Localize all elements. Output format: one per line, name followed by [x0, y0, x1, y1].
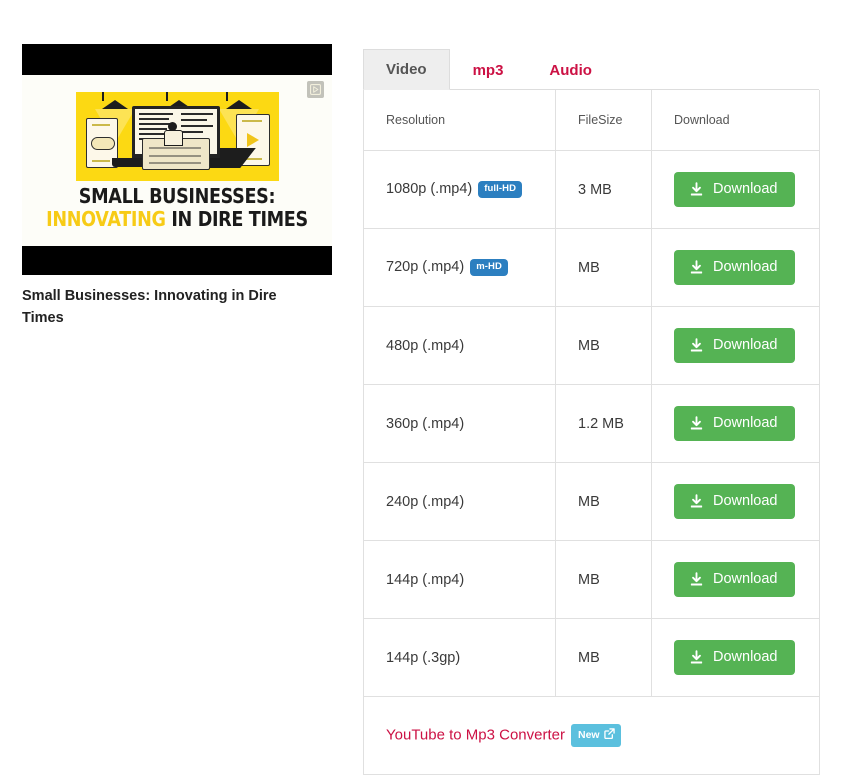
- video-thumbnail[interactable]: SMALL BUSINESSES: INNOVATING IN DIRE TIM…: [22, 44, 332, 275]
- resolution-label: 144p (.3gp): [386, 649, 461, 666]
- table-row: 360p (.mp4) 1.2 MB Download: [363, 384, 820, 463]
- download-button[interactable]: Download: [674, 562, 795, 597]
- new-badge-label: New: [578, 728, 600, 741]
- cell-filesize: 3 MB: [555, 150, 652, 229]
- cell-download: Download: [651, 618, 820, 697]
- download-button-label: Download: [713, 259, 778, 276]
- downloads-table: Resolution FileSize Download 1080p (.mp4…: [363, 90, 820, 775]
- table-row: 480p (.mp4) MB Download: [363, 306, 820, 385]
- video-info-panel: SMALL BUSINESSES: INNOVATING IN DIRE TIM…: [22, 44, 332, 330]
- headline-rest: IN DIRE TIMES: [165, 206, 308, 231]
- letterbox-bar-bottom: [22, 246, 332, 275]
- person-illustration: [164, 130, 183, 146]
- format-tabs: Video mp3 Audio: [363, 44, 819, 90]
- download-icon: [689, 416, 704, 431]
- download-button[interactable]: Download: [674, 640, 795, 675]
- cell-resolution: 240p (.mp4): [363, 462, 556, 541]
- download-icon: [689, 650, 704, 665]
- download-icon: [689, 572, 704, 587]
- download-icon: [689, 338, 704, 353]
- cell-resolution: 720p (.mp4) m-HD: [363, 228, 556, 307]
- quality-badge: full-HD: [478, 181, 523, 198]
- download-button[interactable]: Download: [674, 406, 795, 441]
- download-button[interactable]: Download: [674, 328, 795, 363]
- download-panel: Video mp3 Audio Resolution FileSize Down…: [363, 44, 820, 775]
- table-row: 720p (.mp4) m-HD MB Download: [363, 228, 820, 307]
- cell-resolution: 144p (.mp4): [363, 540, 556, 619]
- download-icon: [689, 494, 704, 509]
- cell-resolution: 144p (.3gp): [363, 618, 556, 697]
- cell-download: Download: [651, 384, 820, 463]
- table-row: 144p (.3gp) MB Download: [363, 618, 820, 697]
- download-button[interactable]: Download: [674, 250, 795, 285]
- resolution-label: 360p (.mp4): [386, 415, 465, 432]
- table-row: 240p (.mp4) MB Download: [363, 462, 820, 541]
- table-row: 144p (.mp4) MB Download: [363, 540, 820, 619]
- headline-highlight: INNOVATING: [46, 206, 166, 231]
- download-button-label: Download: [713, 649, 778, 666]
- tab-video[interactable]: Video: [363, 49, 450, 90]
- download-button-label: Download: [713, 571, 778, 588]
- download-button-label: Download: [713, 415, 778, 432]
- person-head: [168, 122, 177, 131]
- cell-download: Download: [651, 228, 820, 307]
- downloads-table-body: 1080p (.mp4) full-HD 3 MB Download 720p (.mp…: [363, 150, 820, 697]
- resolution-label: 144p (.mp4): [386, 571, 465, 588]
- watch-later-icon[interactable]: [307, 81, 324, 98]
- headline-line-1: SMALL BUSINESSES:: [78, 184, 276, 208]
- cell-filesize: MB: [555, 462, 652, 541]
- download-button-label: Download: [713, 493, 778, 510]
- table-footer-row: YouTube to Mp3 Converter New: [363, 696, 820, 775]
- youtube-to-mp3-converter-link[interactable]: YouTube to Mp3 Converter: [386, 727, 565, 744]
- tab-audio[interactable]: Audio: [526, 50, 615, 90]
- video-title: Small Businesses: Innovating in Dire Tim…: [22, 288, 277, 327]
- cell-download: Download: [651, 306, 820, 385]
- table-row: 1080p (.mp4) full-HD 3 MB Download: [363, 150, 820, 229]
- new-badge: New: [571, 724, 621, 747]
- headline-line-2: INNOVATING IN DIRE TIMES: [41, 206, 314, 231]
- cell-download: Download: [651, 462, 820, 541]
- thumbnail-headline: SMALL BUSINESSES: INNOVATING IN DIRE TIM…: [22, 184, 332, 231]
- cell-filesize: 1.2 MB: [555, 384, 652, 463]
- cell-filesize: MB: [555, 228, 652, 307]
- cell-resolution: 360p (.mp4): [363, 384, 556, 463]
- download-button[interactable]: Download: [674, 484, 795, 519]
- download-button-label: Download: [713, 337, 778, 354]
- cell-filesize: MB: [555, 618, 652, 697]
- cell-resolution: 480p (.mp4): [363, 306, 556, 385]
- letterbox-bar-top: [22, 44, 332, 75]
- cell-filesize: MB: [555, 306, 652, 385]
- column-header-download: Download: [651, 90, 820, 151]
- footer-cell: YouTube to Mp3 Converter New: [363, 696, 820, 775]
- cell-download: Download: [651, 150, 820, 229]
- cell-filesize: MB: [555, 540, 652, 619]
- external-link-icon: [603, 728, 615, 742]
- tab-mp3[interactable]: mp3: [450, 50, 527, 90]
- column-header-resolution: Resolution: [363, 90, 556, 151]
- resolution-label: 480p (.mp4): [386, 337, 465, 354]
- resolution-label: 1080p (.mp4): [386, 181, 473, 198]
- download-icon: [689, 260, 704, 275]
- resolution-label: 720p (.mp4): [386, 259, 465, 276]
- resolution-label: 240p (.mp4): [386, 493, 465, 510]
- column-header-filesize: FileSize: [555, 90, 652, 151]
- quality-badge: m-HD: [470, 259, 508, 276]
- cell-resolution: 1080p (.mp4) full-HD: [363, 150, 556, 229]
- download-button[interactable]: Download: [674, 172, 795, 207]
- table-header-row: Resolution FileSize Download: [363, 90, 820, 151]
- thumbnail-illustration: [76, 92, 279, 181]
- download-icon: [689, 182, 704, 197]
- download-button-label: Download: [713, 181, 778, 198]
- cell-download: Download: [651, 540, 820, 619]
- page-root: SMALL BUSINESSES: INNOVATING IN DIRE TIM…: [0, 0, 845, 775]
